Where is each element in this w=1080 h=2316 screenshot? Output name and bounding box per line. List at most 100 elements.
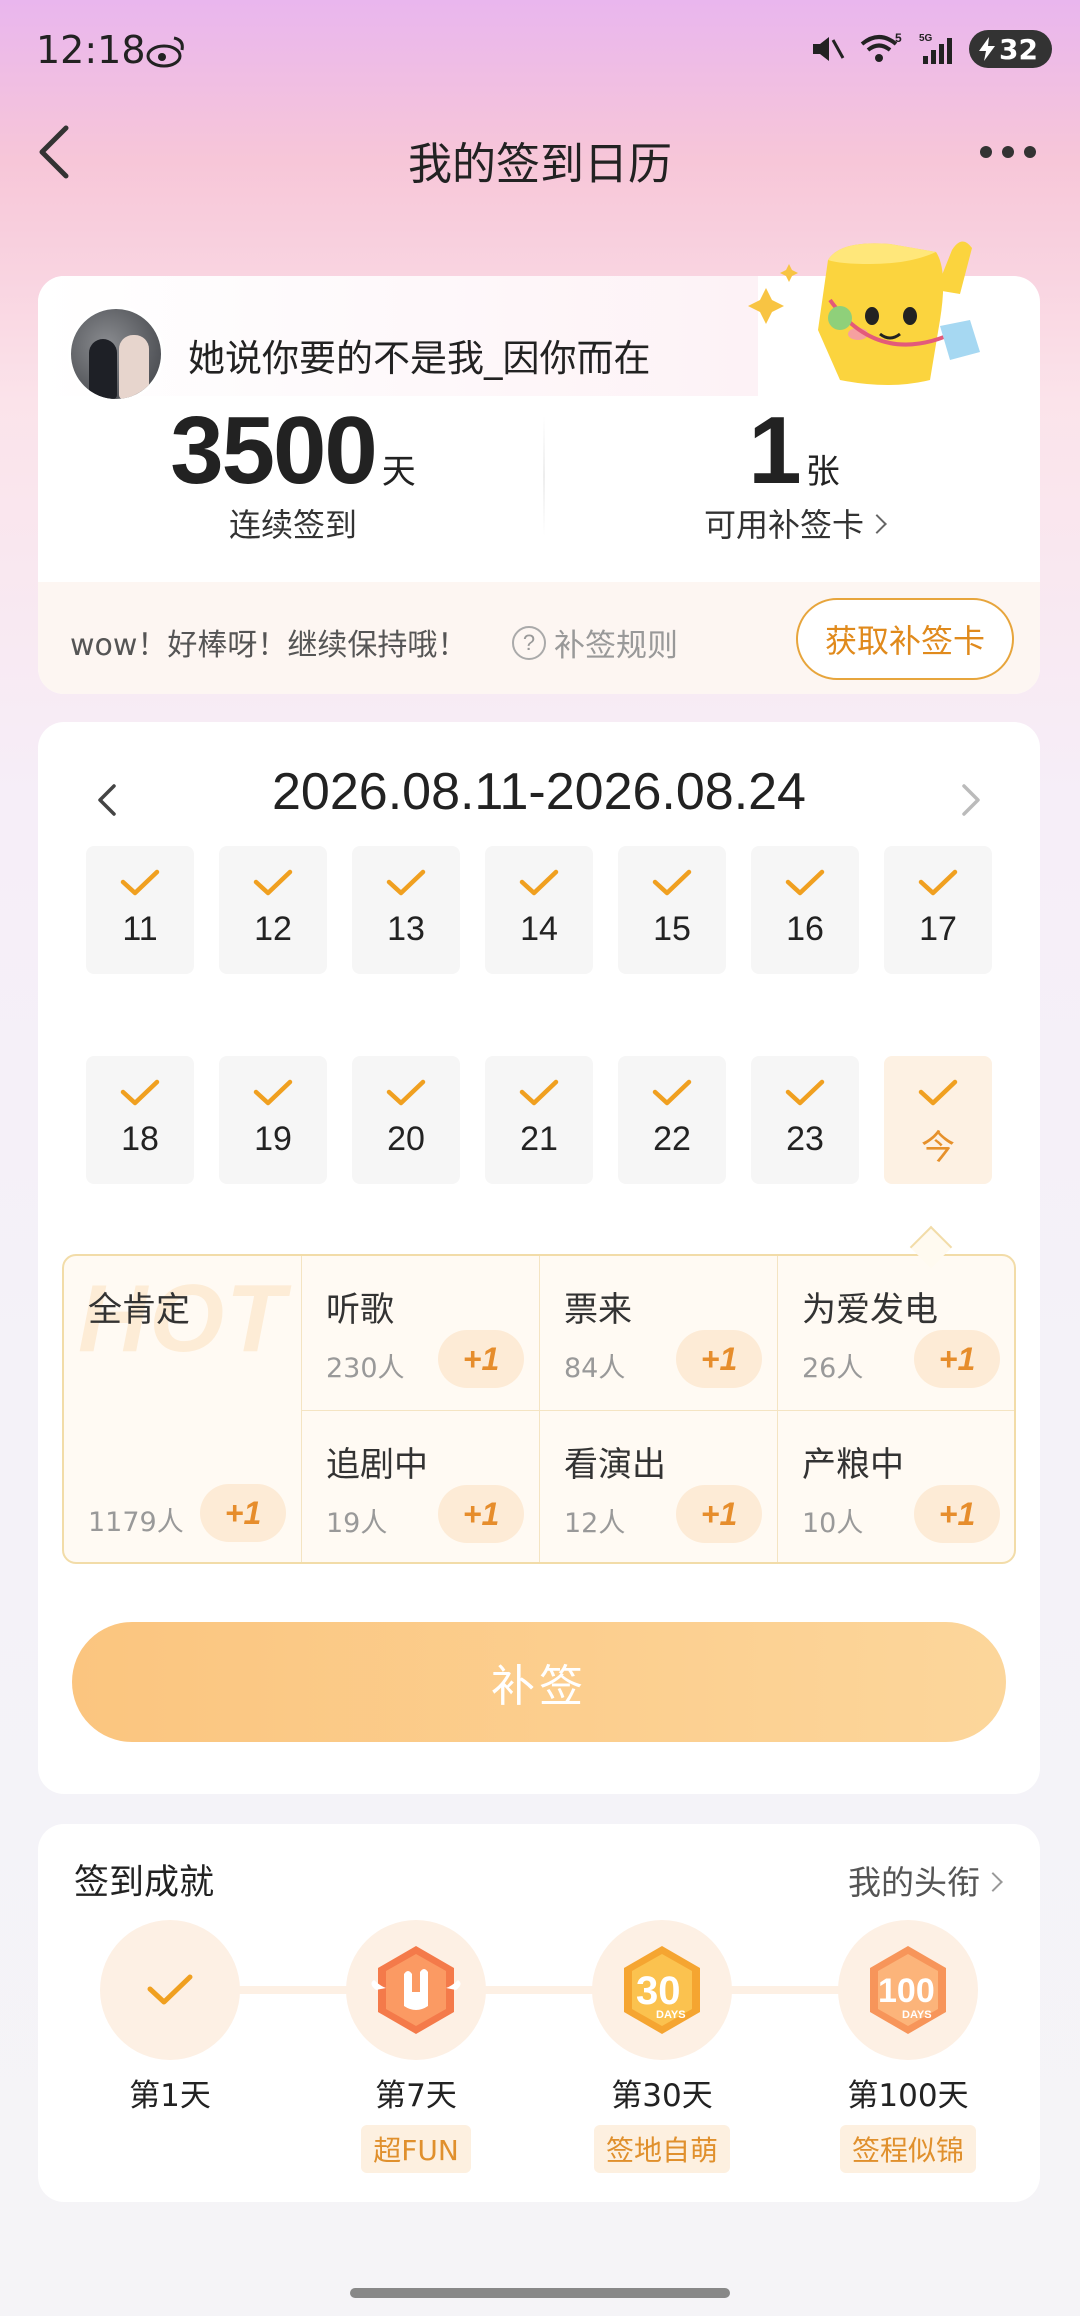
wifi-icon: 5 xyxy=(860,32,902,62)
day-cell[interactable]: 13 xyxy=(352,846,460,974)
mood-count: 10人 xyxy=(802,1508,864,1539)
calendar-card: 2026.08.11-2026.08.24 11 12 13 14 15 16 … xyxy=(38,722,1040,1794)
day-cell[interactable]: 14 xyxy=(485,846,593,974)
day-cell[interactable]: 11 xyxy=(86,846,194,974)
plus-one-button[interactable]: +1 xyxy=(914,1330,1000,1388)
date-range: 2026.08.11-2026.08.24 xyxy=(272,763,806,821)
encourage-message: wow！好棒呀！继续保持哦！ xyxy=(70,628,468,663)
day-cell[interactable]: 15 xyxy=(618,846,726,974)
mood-count: 1179人 xyxy=(88,1507,184,1538)
plus-one-button[interactable]: +1 xyxy=(676,1485,762,1543)
day-number: 今 xyxy=(921,1129,955,1167)
makeup-rule-link[interactable]: ? 补签规则 xyxy=(512,620,678,665)
streak-label: 连续签到 xyxy=(228,506,357,544)
day-cell[interactable]: 23 xyxy=(751,1056,859,1184)
status-time: 12:18 xyxy=(36,28,146,72)
day-number: 18 xyxy=(121,1120,159,1158)
30-days-badge-icon: 30 DAYS xyxy=(624,1946,700,2034)
check-icon xyxy=(253,1079,293,1106)
plus-one-button[interactable]: +1 xyxy=(438,1485,524,1543)
achievement-label: 第100天 xyxy=(847,2078,969,2114)
achievement-tag: 超FUN xyxy=(361,2125,471,2173)
mood-name: 产粮中 xyxy=(802,1445,904,1485)
chevron-right-icon xyxy=(983,1871,1003,1892)
achievement-badge xyxy=(346,1920,486,2060)
cards-unit: 张 xyxy=(805,452,840,492)
mood-item[interactable]: 产粮中 10人 +1 xyxy=(778,1411,1014,1562)
day-cell[interactable]: 18 xyxy=(86,1056,194,1184)
check-icon xyxy=(785,1079,825,1106)
check-icon xyxy=(652,1079,692,1106)
makeup-sign-button[interactable]: 补签 xyxy=(72,1622,1006,1742)
next-week-icon[interactable] xyxy=(956,780,986,820)
streak-unit: 天 xyxy=(381,452,416,492)
mood-name: 票来 xyxy=(564,1290,632,1330)
day-cell[interactable]: 12 xyxy=(219,846,327,974)
signal-icon: 5G xyxy=(919,33,953,64)
mood-grid: HOT 全肯定 1179人 +1 听歌 230人 +1 票来 84人 +1 为爱… xyxy=(62,1254,1016,1564)
day-cell[interactable]: 17 xyxy=(884,846,992,974)
achievement-day1[interactable]: 第1天 xyxy=(60,1920,280,2115)
achievement-badge xyxy=(100,1920,240,2060)
achievement-label: 第1天 xyxy=(129,2078,211,2114)
mascot-illustration xyxy=(748,241,980,385)
battery-level: 32 xyxy=(999,32,1038,66)
mood-name: 全肯定 xyxy=(88,1290,190,1330)
achievement-tag: 签地自萌 xyxy=(593,2125,730,2173)
charging-icon xyxy=(979,37,996,61)
mute-icon xyxy=(813,37,845,61)
day-number: 22 xyxy=(653,1120,691,1158)
mood-item[interactable]: 票来 84人 +1 xyxy=(540,1256,778,1411)
day-number: 15 xyxy=(653,910,691,948)
achievement-badge: 100 DAYS xyxy=(838,1920,978,2060)
avatar[interactable] xyxy=(68,306,164,402)
mood-name: 为爱发电 xyxy=(802,1290,938,1330)
mood-item[interactable]: 追剧中 19人 +1 xyxy=(302,1411,540,1562)
mood-item[interactable]: 为爱发电 26人 +1 xyxy=(778,1256,1014,1411)
day-cell[interactable]: 22 xyxy=(618,1056,726,1184)
rock-hand-badge-icon xyxy=(371,1946,461,2034)
svg-text:DAYS: DAYS xyxy=(656,2009,686,2021)
mood-item[interactable]: 看演出 12人 +1 xyxy=(540,1411,778,1562)
check-icon xyxy=(918,869,958,896)
svg-text:DAYS: DAYS xyxy=(902,2009,932,2021)
day-cell[interactable]: 19 xyxy=(219,1056,327,1184)
home-indicator[interactable] xyxy=(350,2288,730,2298)
day-cell[interactable]: 21 xyxy=(485,1056,593,1184)
day-cell-today[interactable]: 今 xyxy=(884,1056,992,1184)
achievements-card: 签到成就 我的头衔 第1天 第7天 超FUN 30 DAYS 第30天 签地自萌… xyxy=(38,1824,1040,2202)
mood-featured[interactable]: HOT 全肯定 1179人 +1 xyxy=(64,1256,302,1562)
achievement-badge: 30 DAYS xyxy=(592,1920,732,2060)
mood-item[interactable]: 听歌 230人 +1 xyxy=(302,1256,540,1411)
plus-one-button[interactable]: +1 xyxy=(676,1330,762,1388)
achievements-title: 签到成就 xyxy=(74,1863,215,1903)
svg-text:30: 30 xyxy=(636,1969,681,2013)
username: 她说你要的不是我_因你而在 xyxy=(188,337,651,380)
day-number: 20 xyxy=(387,1120,425,1158)
mood-name: 追剧中 xyxy=(326,1445,428,1485)
plus-one-button[interactable]: +1 xyxy=(914,1485,1000,1543)
achievement-day7[interactable]: 第7天 超FUN xyxy=(306,1920,526,2173)
check-icon xyxy=(147,1974,193,2005)
achievement-label: 第7天 xyxy=(375,2078,457,2114)
get-makeup-card-button[interactable]: 获取补签卡 xyxy=(796,598,1014,680)
day-cell[interactable]: 20 xyxy=(352,1056,460,1184)
check-icon xyxy=(652,869,692,896)
plus-one-button[interactable]: +1 xyxy=(200,1484,286,1542)
status-icons: 5 5G 32 xyxy=(811,30,1052,68)
day-cell[interactable]: 16 xyxy=(751,846,859,974)
mood-count: 230人 xyxy=(326,1353,405,1384)
rule-label: 补签规则 xyxy=(554,628,678,664)
mood-count: 12人 xyxy=(564,1508,626,1539)
cards-label: 可用补签卡 xyxy=(703,506,864,544)
achievement-day100[interactable]: 100 DAYS 第100天 签程似锦 xyxy=(798,1920,1018,2173)
svg-text:100: 100 xyxy=(878,1972,935,2010)
mood-name: 看演出 xyxy=(564,1445,666,1485)
achievement-day30[interactable]: 30 DAYS 第30天 签地自萌 xyxy=(552,1920,772,2173)
check-icon xyxy=(386,869,426,896)
streak-stat: 3500 天 连续签到 xyxy=(38,396,548,546)
more-icon[interactable] xyxy=(980,146,1036,158)
mood-count: 19人 xyxy=(326,1508,388,1539)
my-titles-link[interactable]: 我的头衔 xyxy=(848,1856,1003,1904)
plus-one-button[interactable]: +1 xyxy=(438,1330,524,1388)
